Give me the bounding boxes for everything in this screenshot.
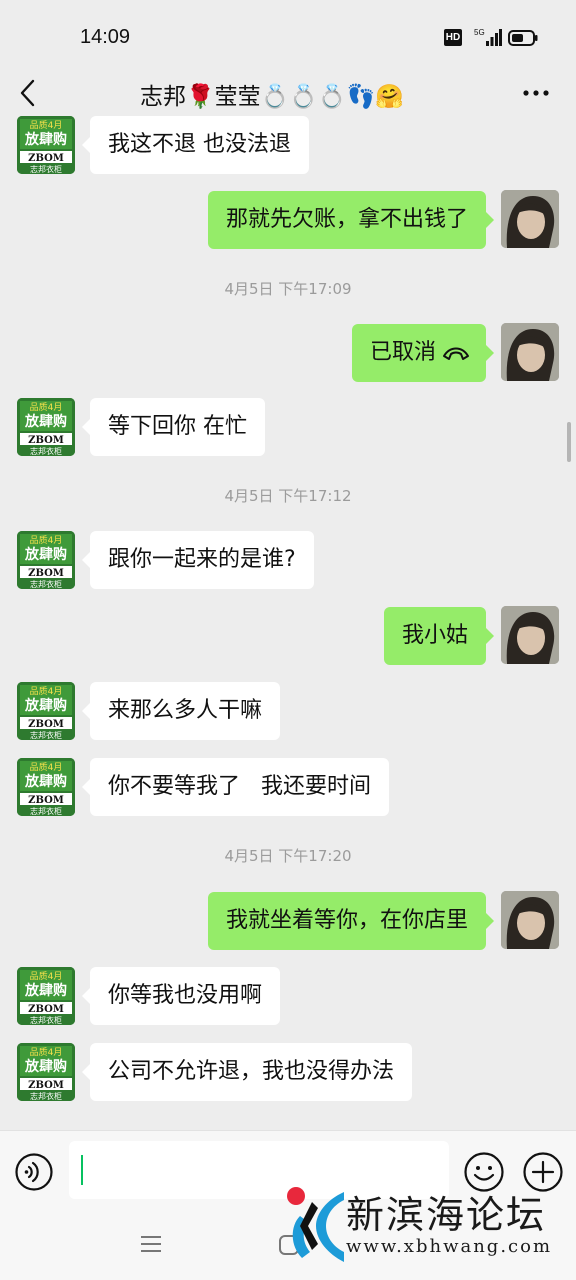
message-bubble-received[interactable]: 公司不允许退，我也没得办法 bbox=[81, 1043, 413, 1101]
contact-avatar[interactable]: 品质4月 放肆购 ZBOM 志邦衣柜 bbox=[17, 398, 75, 456]
avatar-brand: ZBOM bbox=[28, 153, 64, 164]
message-bubble-received[interactable]: 来那么多人干嘛 bbox=[81, 682, 281, 740]
svg-text:放肆购: 放肆购 bbox=[24, 773, 67, 790]
message-bubble-received[interactable]: 跟你一起来的是谁? bbox=[82, 531, 314, 589]
signal-icon: 5G bbox=[474, 28, 502, 46]
message-bubble-received[interactable]: 你等我也没用啊 bbox=[81, 967, 281, 1025]
status-bar: 14:09 HD 5G bbox=[0, 0, 576, 76]
message-bubble-sent[interactable]: 我小姑 bbox=[383, 607, 495, 665]
message-bubble-received[interactable]: 我这不退 也没法退 bbox=[82, 116, 309, 174]
svg-text:品质4月: 品质4月 bbox=[30, 685, 63, 697]
chat-header: 志邦🌹莹莹💍💍💍👣🤗 bbox=[0, 76, 576, 120]
svg-text:品质4月: 品质4月 bbox=[30, 534, 63, 546]
contact-avatar[interactable]: 品质4月 放肆购 ZBOM 志邦衣柜 bbox=[17, 758, 75, 816]
call-record-bubble[interactable]: 已取消 bbox=[351, 324, 495, 382]
timestamp: 4月5日 下午17:09 bbox=[224, 280, 352, 298]
self-avatar[interactable] bbox=[501, 891, 559, 949]
svg-text:ZBOM: ZBOM bbox=[28, 1004, 64, 1015]
svg-text:放肆购: 放肆购 bbox=[24, 982, 67, 999]
scrollbar[interactable] bbox=[567, 422, 571, 462]
watermark-logo-icon bbox=[287, 1187, 344, 1262]
message-bubble-received[interactable]: 等下回你 在忙 bbox=[82, 398, 265, 456]
call-status-text: 已取消 bbox=[369, 340, 436, 365]
self-avatar[interactable] bbox=[501, 606, 559, 664]
svg-text:放肆购: 放肆购 bbox=[24, 697, 67, 714]
text-cursor bbox=[81, 1155, 83, 1185]
more-icon[interactable] bbox=[522, 89, 550, 97]
avatar-sub: 志邦衣柜 bbox=[30, 164, 62, 174]
svg-text:放肆购: 放肆购 bbox=[24, 413, 67, 430]
svg-text:ZBOM: ZBOM bbox=[28, 435, 64, 446]
menu-icon[interactable] bbox=[140, 1234, 162, 1254]
svg-text:志邦衣柜: 志邦衣柜 bbox=[30, 1091, 62, 1101]
watermark-url: www.xbhwang.com bbox=[346, 1236, 553, 1257]
svg-text:志邦衣柜: 志邦衣柜 bbox=[30, 806, 62, 816]
voice-icon[interactable] bbox=[14, 1152, 54, 1192]
status-time: 14:09 bbox=[80, 26, 131, 48]
chevron-left-icon[interactable] bbox=[16, 78, 42, 108]
contact-avatar[interactable]: 品质4月 放肆购 ZBOM 志邦衣柜 bbox=[17, 967, 75, 1025]
message-bubble-sent[interactable]: 那就先欠账，拿不出钱了 bbox=[207, 191, 495, 249]
svg-text:放肆购: 放肆购 bbox=[24, 1058, 67, 1075]
timestamp: 4月5日 下午17:12 bbox=[224, 487, 352, 505]
timestamp: 4月5日 下午17:20 bbox=[224, 847, 352, 865]
svg-text:ZBOM: ZBOM bbox=[28, 795, 64, 806]
svg-text:放肆购: 放肆购 bbox=[24, 546, 67, 563]
svg-text:品质4月: 品质4月 bbox=[30, 401, 63, 413]
avatar-line2: 放肆购 bbox=[24, 131, 67, 148]
svg-text:品质4月: 品质4月 bbox=[30, 970, 63, 982]
battery-icon bbox=[508, 30, 538, 46]
contact-avatar[interactable]: 品质4月 放肆购 ZBOM 志邦衣柜 bbox=[17, 116, 75, 174]
self-avatar[interactable] bbox=[501, 190, 559, 248]
svg-text:ZBOM: ZBOM bbox=[28, 1080, 64, 1091]
svg-text:志邦衣柜: 志邦衣柜 bbox=[30, 730, 62, 740]
watermark: 新滨海论坛 www.xbhwang.com bbox=[278, 1178, 570, 1268]
svg-text:品质4月: 品质4月 bbox=[30, 1046, 63, 1058]
phone-hangup-icon bbox=[443, 347, 469, 360]
svg-text:品质4月: 品质4月 bbox=[30, 761, 63, 773]
network-type-label: 5G bbox=[474, 28, 485, 37]
self-avatar[interactable] bbox=[501, 323, 559, 381]
chat-title: 志邦🌹莹莹💍💍💍👣🤗 bbox=[140, 84, 404, 110]
contact-avatar[interactable]: 品质4月 放肆购 ZBOM 志邦衣柜 bbox=[17, 1043, 75, 1101]
svg-text:志邦衣柜: 志邦衣柜 bbox=[30, 579, 62, 589]
svg-text:志邦衣柜: 志邦衣柜 bbox=[30, 1015, 62, 1025]
contact-avatar[interactable]: 品质4月 放肆购 ZBOM 志邦衣柜 bbox=[17, 682, 75, 740]
svg-text:ZBOM: ZBOM bbox=[28, 719, 64, 730]
message-bubble-sent[interactable]: 我就坐着等你，在你店里 bbox=[207, 892, 495, 950]
watermark-title: 新滨海论坛 bbox=[346, 1193, 547, 1237]
hd-icon: HD bbox=[444, 29, 462, 46]
message-bubble-received[interactable]: 你不要等我了 我还要时间 bbox=[82, 758, 389, 816]
svg-text:ZBOM: ZBOM bbox=[28, 568, 64, 579]
contact-avatar[interactable]: 品质4月 放肆购 ZBOM 志邦衣柜 bbox=[17, 531, 75, 589]
svg-text:志邦衣柜: 志邦衣柜 bbox=[30, 446, 62, 456]
avatar-line1: 品质4月 bbox=[30, 119, 63, 131]
